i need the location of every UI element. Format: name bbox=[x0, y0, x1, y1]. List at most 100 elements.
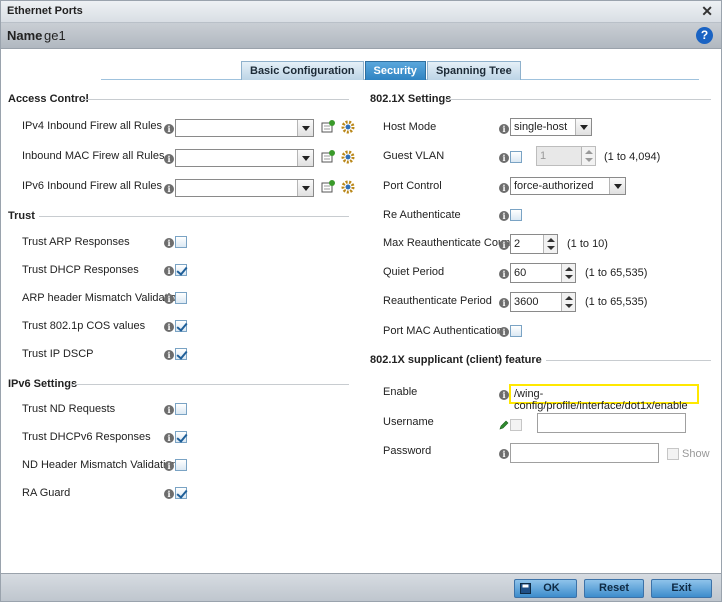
ra-guard-checkbox[interactable] bbox=[175, 487, 187, 499]
quiet-period-stepper[interactable]: 60 bbox=[510, 263, 576, 283]
trust-dhcpv6-label: Trust DHCPv6 Responses bbox=[22, 431, 151, 443]
info-icon[interactable]: i bbox=[499, 153, 509, 163]
info-icon[interactable]: i bbox=[499, 327, 509, 337]
section-divider bbox=[81, 99, 349, 100]
name-bar: Name ge1 ? bbox=[1, 23, 721, 49]
trust-heading: Trust bbox=[8, 210, 35, 222]
exit-button[interactable]: Exit bbox=[651, 579, 712, 598]
info-icon[interactable]: i bbox=[499, 240, 509, 250]
tab-strip: Basic Configuration Security Spanning Tr… bbox=[241, 61, 522, 80]
trust-dhcp-label: Trust DHCP Responses bbox=[22, 264, 139, 276]
reauth-period-label: Reauthenticate Period bbox=[383, 295, 492, 307]
trust-nd-label: Trust ND Requests bbox=[22, 403, 116, 415]
port-mac-auth-checkbox[interactable] bbox=[510, 325, 522, 337]
port-control-select[interactable]: force-authorized bbox=[510, 177, 626, 195]
info-icon[interactable]: i bbox=[499, 183, 509, 193]
trust-arp-checkbox[interactable] bbox=[175, 236, 187, 248]
max-reauth-range: (1 to 10) bbox=[567, 238, 608, 250]
username-checkbox[interactable] bbox=[510, 419, 522, 431]
ok-button[interactable]: OK bbox=[514, 579, 577, 598]
username-label: Username bbox=[383, 416, 434, 428]
trust-dscp-checkbox[interactable] bbox=[175, 348, 187, 360]
info-icon[interactable]: i bbox=[164, 433, 174, 443]
stepper-arrows-icon[interactable] bbox=[543, 235, 557, 253]
trust-dhcpv6-checkbox[interactable] bbox=[175, 431, 187, 443]
guest-vlan-stepper[interactable]: 1 bbox=[536, 146, 596, 166]
info-icon[interactable]: i bbox=[164, 350, 174, 360]
info-icon[interactable]: i bbox=[499, 269, 509, 279]
stepper-arrows-icon[interactable] bbox=[581, 147, 595, 165]
pencil-icon[interactable] bbox=[499, 420, 509, 430]
help-icon[interactable]: ? bbox=[696, 27, 713, 44]
close-icon[interactable]: ✕ bbox=[701, 3, 713, 20]
gear-icon[interactable] bbox=[341, 150, 355, 164]
name-value: ge1 bbox=[44, 28, 66, 43]
ipv6-firewall-select[interactable] bbox=[175, 179, 314, 197]
guest-vlan-range: (1 to 4,094) bbox=[604, 151, 661, 163]
show-password-label: Show bbox=[682, 448, 710, 460]
info-icon[interactable]: i bbox=[499, 390, 509, 400]
info-icon[interactable]: i bbox=[499, 298, 509, 308]
info-icon[interactable]: i bbox=[499, 449, 509, 459]
username-field[interactable] bbox=[537, 413, 686, 433]
dot1x-settings-heading: 802.1X Settings bbox=[370, 93, 452, 105]
trust-nd-checkbox[interactable] bbox=[175, 403, 187, 415]
add-policy-icon[interactable] bbox=[321, 180, 335, 194]
info-icon[interactable]: i bbox=[499, 211, 509, 221]
add-policy-icon[interactable] bbox=[321, 120, 335, 134]
chevron-down-icon[interactable] bbox=[297, 150, 313, 166]
gear-icon[interactable] bbox=[341, 120, 355, 134]
reauth-period-stepper[interactable]: 3600 bbox=[510, 292, 576, 312]
reset-button[interactable]: Reset bbox=[584, 579, 644, 598]
chevron-down-icon[interactable] bbox=[297, 120, 313, 136]
re-authenticate-checkbox[interactable] bbox=[510, 209, 522, 221]
info-icon[interactable]: i bbox=[164, 184, 174, 194]
show-password-checkbox[interactable] bbox=[667, 448, 679, 460]
info-icon[interactable]: i bbox=[164, 489, 174, 499]
add-policy-icon[interactable] bbox=[321, 150, 335, 164]
quiet-period-label: Quiet Period bbox=[383, 266, 445, 278]
info-icon[interactable]: i bbox=[164, 238, 174, 248]
stepper-arrows-icon[interactable] bbox=[561, 293, 575, 311]
info-icon[interactable]: i bbox=[499, 124, 509, 134]
nd-mismatch-label: ND Header Mismatch Validation bbox=[22, 459, 178, 471]
info-icon[interactable]: i bbox=[164, 461, 174, 471]
mac-firewall-select[interactable] bbox=[175, 149, 314, 167]
info-icon[interactable]: i bbox=[164, 294, 174, 304]
gear-icon[interactable] bbox=[341, 180, 355, 194]
info-icon[interactable]: i bbox=[164, 154, 174, 164]
section-divider bbox=[39, 216, 349, 217]
guest-vlan-checkbox[interactable] bbox=[510, 151, 522, 163]
info-icon[interactable]: i bbox=[164, 124, 174, 134]
chevron-down-icon[interactable] bbox=[575, 119, 591, 135]
access-control-heading: Access Control bbox=[8, 93, 89, 105]
section-divider bbox=[546, 360, 711, 361]
chevron-down-icon[interactable] bbox=[609, 178, 625, 194]
tab-security[interactable]: Security bbox=[364, 61, 426, 80]
title-bar: Ethernet Ports ✕ bbox=[1, 1, 721, 23]
max-reauth-label: Max Reauthenticate Count bbox=[383, 237, 514, 249]
enable-path-field[interactable]: /wing-config/profile/interface/dot1x/ena… bbox=[509, 384, 699, 412]
info-icon[interactable]: i bbox=[164, 405, 174, 415]
info-icon[interactable]: i bbox=[164, 322, 174, 332]
password-field[interactable] bbox=[510, 443, 659, 463]
quiet-period-range: (1 to 65,535) bbox=[585, 267, 648, 279]
chevron-down-icon[interactable] bbox=[297, 180, 313, 196]
stepper-arrows-icon[interactable] bbox=[561, 264, 575, 282]
tab-basic-configuration[interactable]: Basic Configuration bbox=[241, 61, 364, 80]
max-reauth-stepper[interactable]: 2 bbox=[510, 234, 558, 254]
re-authenticate-label: Re Authenticate bbox=[383, 209, 461, 221]
reauth-period-range: (1 to 65,535) bbox=[585, 296, 648, 308]
nd-mismatch-checkbox[interactable] bbox=[175, 459, 187, 471]
arp-mismatch-label: ARP header Mismatch Validation bbox=[22, 292, 183, 304]
info-icon[interactable]: i bbox=[164, 266, 174, 276]
trust-dhcp-checkbox[interactable] bbox=[175, 264, 187, 276]
tab-spanning-tree[interactable]: Spanning Tree bbox=[426, 61, 521, 80]
ra-guard-label: RA Guard bbox=[22, 487, 71, 499]
arp-mismatch-checkbox[interactable] bbox=[175, 292, 187, 304]
trust-cos-checkbox[interactable] bbox=[175, 320, 187, 332]
footer-bar: OK Reset Exit bbox=[1, 573, 721, 601]
supplicant-heading: 802.1X supplicant (client) feature bbox=[370, 354, 542, 366]
ipv4-firewall-select[interactable] bbox=[175, 119, 314, 137]
host-mode-select[interactable]: single-host bbox=[510, 118, 592, 136]
